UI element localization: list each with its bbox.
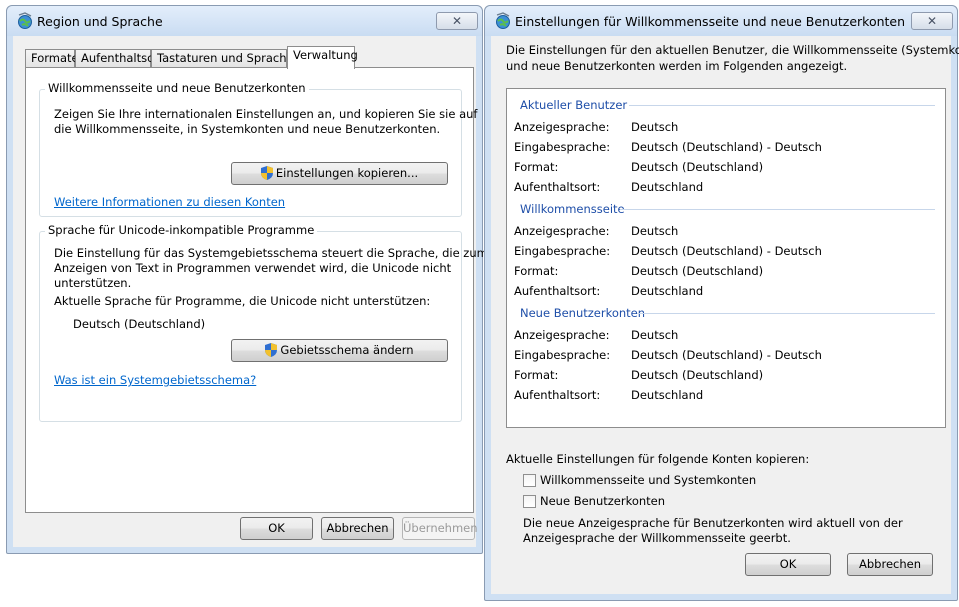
row-label: Anzeigesprache: — [514, 328, 610, 342]
copy-settings-label: Einstellungen kopieren... — [275, 166, 419, 180]
close-button[interactable]: ✕ — [436, 12, 478, 30]
copy-settings-button[interactable]: Einstellungen kopieren... — [231, 162, 448, 185]
row-label: Aufenthaltsort: — [514, 180, 601, 194]
administrative-tab-page: Willkommensseite und neue Benutzerkonten… — [25, 67, 488, 513]
row-label: Format: — [514, 368, 559, 382]
unicode-description-line1: Die Einstellung für das Systemgebietssch… — [54, 246, 488, 260]
title-bar[interactable]: Region und Sprache ✕ — [7, 6, 482, 36]
inheritance-note-line2: Anzeigesprache der Willkommensseite geer… — [523, 531, 791, 545]
row-value: Deutschland — [631, 180, 704, 194]
row-value: Deutsch (Deutschland) — [631, 368, 764, 382]
row-label: Format: — [514, 160, 559, 174]
inheritance-note-line1: Die neue Anzeigesprache für Benutzerkont… — [523, 516, 903, 530]
welcome-group-title: Willkommensseite und neue Benutzerkonten — [45, 81, 309, 95]
row-label: Eingabesprache: — [514, 244, 611, 258]
row-label: Anzeigesprache: — [514, 224, 610, 238]
unicode-description-line2: Anzeigen von Text in Programmen verwende… — [54, 261, 452, 275]
globe-icon — [496, 12, 510, 29]
copy-settings-label: Aktuelle Einstellungen für folgende Kont… — [506, 452, 810, 466]
row-label: Eingabesprache: — [514, 140, 611, 154]
ok-button[interactable]: OK — [240, 517, 313, 540]
uac-shield-icon — [265, 343, 278, 357]
cancel-button[interactable]: Abbrechen — [321, 517, 394, 540]
row-value: Deutsch (Deutschland) - Deutsch — [631, 348, 822, 362]
unicode-group: Sprache für Unicode-inkompatible Program… — [39, 223, 488, 422]
welcome-description-line1: Zeigen Sie Ihre internationalen Einstell… — [54, 107, 478, 121]
row-label: Anzeigesprache: — [514, 120, 610, 134]
row-value: Deutschland — [631, 284, 704, 298]
window-title: Einstellungen für Willkommensseite und n… — [515, 14, 906, 29]
row-value: Deutsch (Deutschland) - Deutsch — [631, 140, 822, 154]
row-value: Deutsch — [631, 328, 679, 342]
tab-location[interactable]: Aufenthaltsort — [75, 49, 163, 68]
intro-line1: Die Einstellungen für den aktuellen Benu… — [506, 43, 959, 57]
tab-formats[interactable]: Formate — [25, 49, 79, 68]
welcome-group: Willkommensseite und neue Benutzerkonten… — [39, 81, 477, 217]
current-language-label: Aktuelle Sprache für Programme, die Unic… — [54, 294, 431, 308]
ok-button[interactable]: OK — [745, 553, 831, 576]
dialog-client: Die Einstellungen für den aktuellen Benu… — [491, 36, 959, 594]
apply-button[interactable]: Übernehmen — [402, 517, 478, 540]
row-value: Deutsch — [631, 120, 679, 134]
welcome-description-line2: die Willkommensseite, in Systemkonten un… — [54, 122, 441, 136]
welcome-system-accounts-label[interactable]: Willkommensseite und Systemkonten — [540, 473, 756, 488]
change-locale-button[interactable]: Gebietsschema ändern — [231, 339, 448, 362]
close-button[interactable]: ✕ — [911, 12, 953, 30]
row-label: Aufenthaltsort: — [514, 284, 601, 298]
row-value: Deutsch — [631, 224, 679, 238]
new-accounts-label[interactable]: Neue Benutzerkonten — [540, 494, 665, 509]
row-label: Format: — [514, 264, 559, 278]
section-divider — [620, 209, 935, 210]
more-info-link[interactable]: Weitere Informationen zu diesen Konten — [54, 195, 285, 209]
row-label: Aufenthaltsort: — [514, 388, 601, 402]
window-title: Region und Sprache — [37, 14, 163, 29]
section-new-accounts-title: Neue Benutzerkonten — [520, 306, 646, 320]
row-value: Deutsch (Deutschland) — [631, 160, 764, 174]
uac-shield-icon — [260, 166, 273, 180]
new-accounts-checkbox[interactable] — [523, 495, 536, 508]
row-value: Deutschland — [631, 388, 704, 402]
title-bar[interactable]: Einstellungen für Willkommensseite und n… — [485, 6, 957, 36]
section-divider — [637, 313, 935, 314]
what-is-locale-link[interactable]: Was ist ein Systemgebietsschema? — [54, 373, 256, 387]
welcome-settings-window: Einstellungen für Willkommensseite und n… — [484, 5, 959, 601]
row-value: Deutsch (Deutschland) - Deutsch — [631, 244, 822, 258]
intro-line2: und neue Benutzerkonten werden im Folgen… — [506, 59, 848, 73]
tab-administrative[interactable]: Verwaltung — [287, 46, 358, 69]
unicode-group-title: Sprache für Unicode-inkompatible Program… — [45, 223, 318, 237]
change-locale-label: Gebietsschema ändern — [280, 343, 414, 357]
dialog-client: Formate Aufenthaltsort Tastaturen und Sp… — [13, 36, 488, 547]
settings-summary-panel: Aktueller Benutzer Anzeigesprache: Deuts… — [506, 88, 946, 428]
section-current-user-title: Aktueller Benutzer — [520, 98, 628, 112]
row-label: Eingabesprache: — [514, 348, 611, 362]
cancel-button[interactable]: Abbrechen — [847, 553, 933, 576]
section-divider — [629, 105, 935, 106]
tab-keyboards-languages[interactable]: Tastaturen und Sprachen — [151, 49, 301, 68]
welcome-system-accounts-checkbox[interactable] — [523, 474, 536, 487]
region-language-window: Region und Sprache ✕ Formate Aufenthalts… — [6, 5, 488, 554]
globe-icon — [18, 12, 32, 29]
row-value: Deutsch (Deutschland) — [631, 264, 764, 278]
section-welcome-screen-title: Willkommensseite — [520, 202, 625, 216]
current-language-value: Deutsch (Deutschland) — [73, 317, 206, 331]
unicode-description-line3: unterstützen. — [54, 276, 132, 290]
